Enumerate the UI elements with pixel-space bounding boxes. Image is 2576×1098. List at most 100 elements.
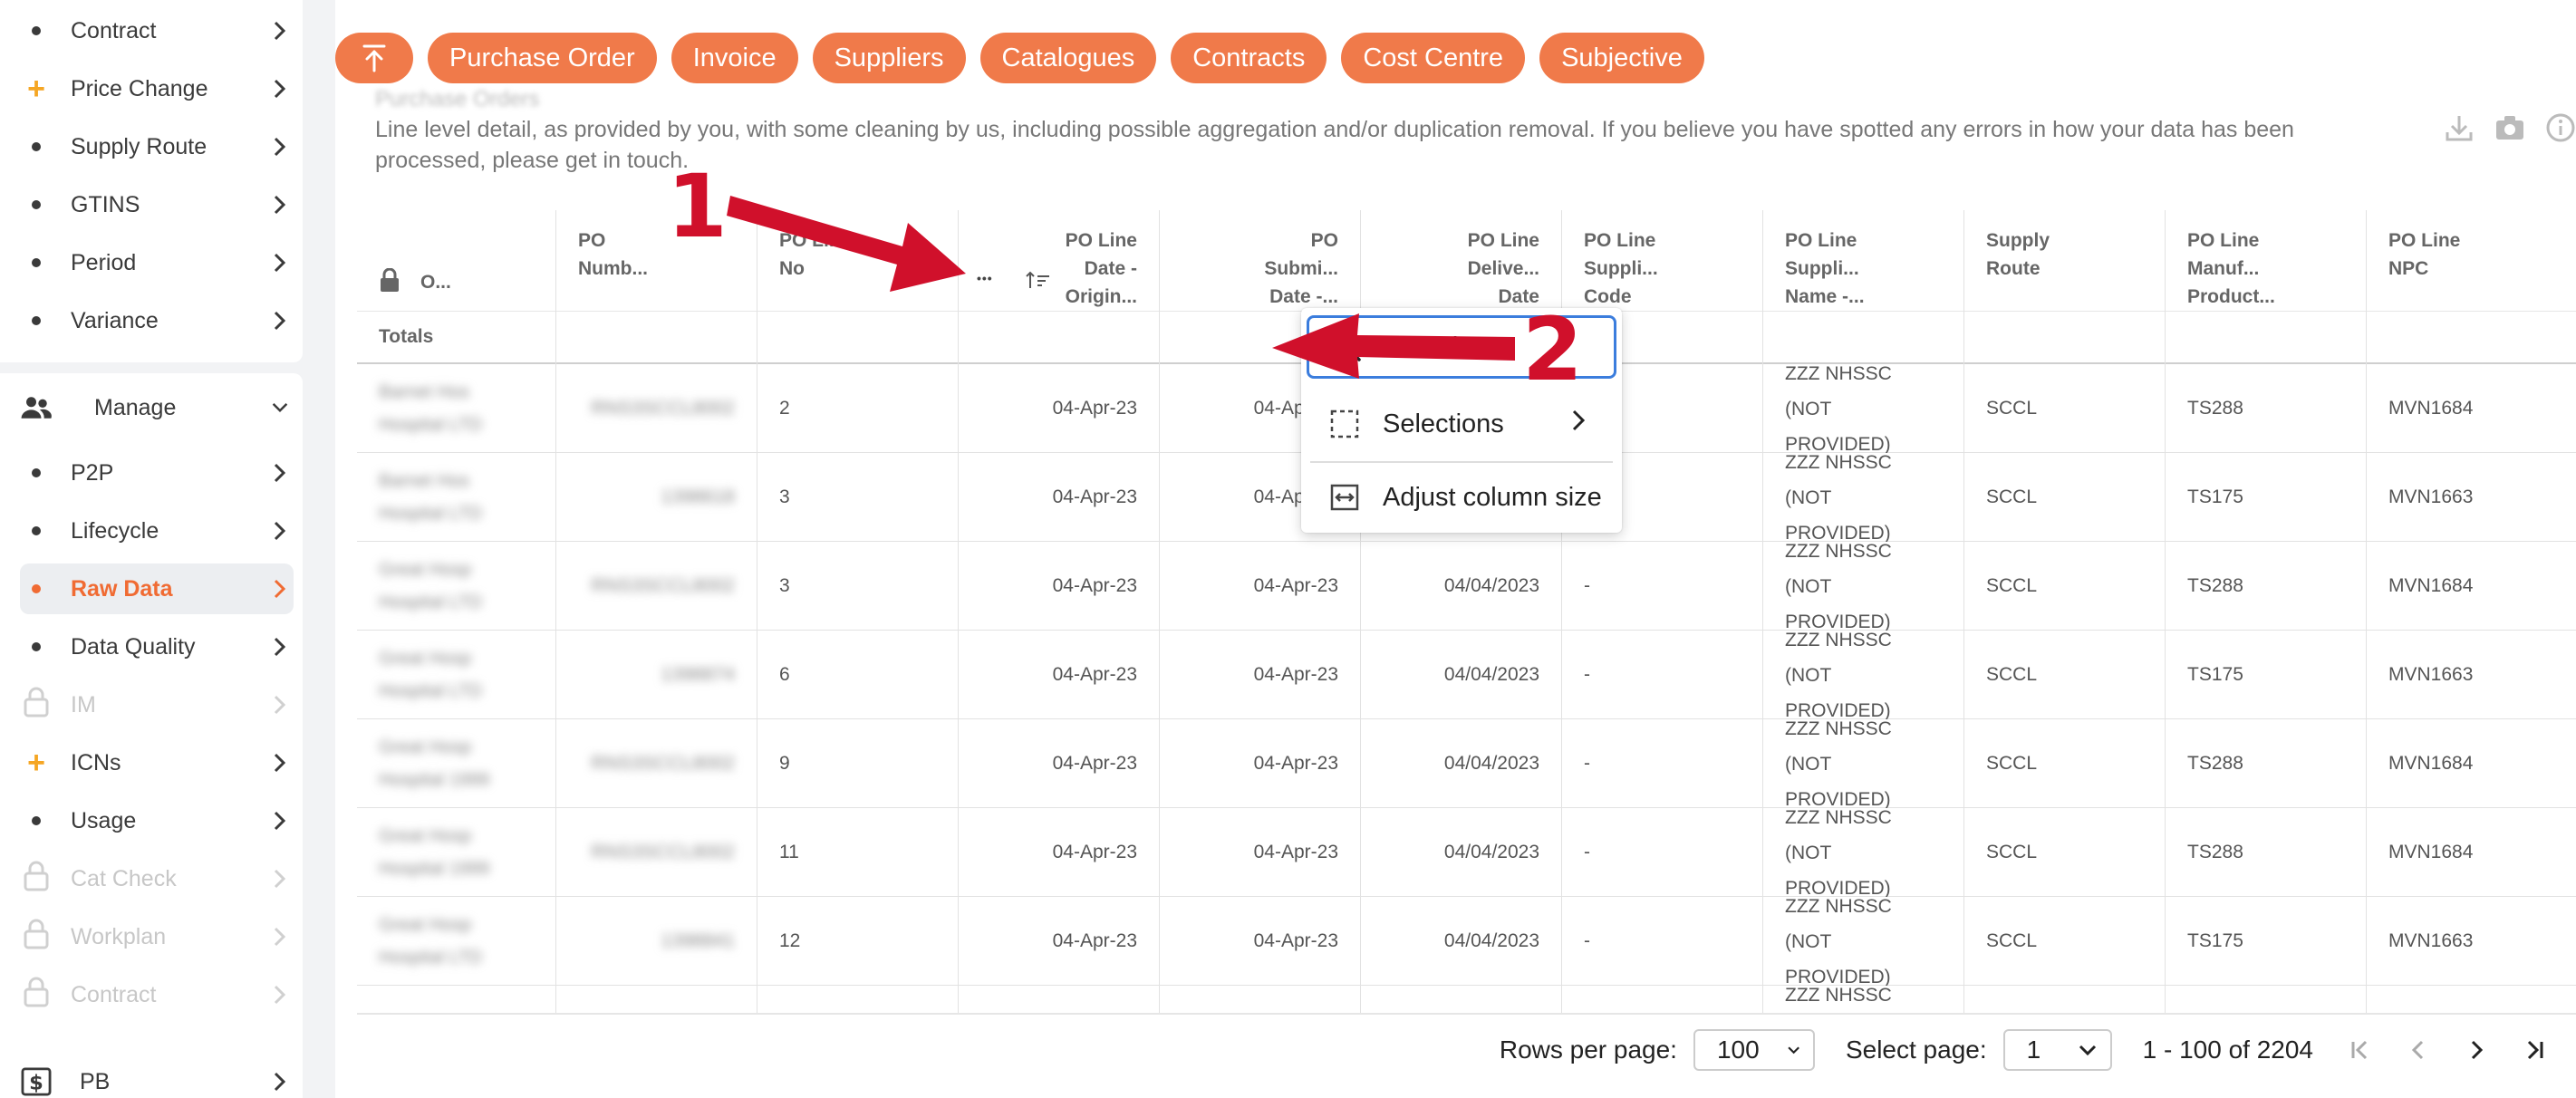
table-row[interactable]: Great Hosp Hospital 1999 RNS3SCCL8002 11 04-… xyxy=(357,808,2576,897)
table-cell-supplier-name: ZZZ NHSSC (NOT PROVIDED) xyxy=(1763,631,1964,719)
tab-pills: Purchase Order Invoice Suppliers Catalogues… xyxy=(428,33,1704,83)
selections-option[interactable]: Selections xyxy=(1307,392,1616,456)
cell-value: 6 xyxy=(779,664,790,685)
cell-value: ZZZ NHSSC (NOT PROVIDED) xyxy=(1785,364,1892,453)
sidebar-item-gtins[interactable]: GTINS xyxy=(20,179,294,230)
sidebar-item-variance[interactable]: Variance xyxy=(20,295,294,346)
table-cell-date-origin: 04-Apr-23 xyxy=(959,542,1160,631)
table-cell-line-no: 9 xyxy=(757,719,959,808)
table-row[interactable]: East Hosp ZZZ NHSSC (NOT PROVIDED) xyxy=(357,986,2576,1015)
prev-page-button[interactable] xyxy=(2407,1038,2429,1062)
sidebar-item-workplan[interactable]: Workplan xyxy=(20,911,294,962)
sidebar-item-label: Contract xyxy=(71,17,157,43)
cell-value: MVN1663 xyxy=(2388,486,2474,507)
tab-subjective[interactable]: Subjective xyxy=(1539,33,1704,83)
sidebar-item-label: Usage xyxy=(71,807,137,833)
column-menu-dots-icon[interactable]: ••• xyxy=(977,265,993,293)
cell-value: 04-Apr-23 xyxy=(1253,842,1338,862)
cell-value: - xyxy=(1584,753,1590,774)
table-cell-date-origin: 04-Apr-23 xyxy=(959,719,1160,808)
org-name-line: East Hosp xyxy=(379,1014,462,1015)
column-header[interactable]: PO Line Date - Origin... ••• xyxy=(959,210,1160,312)
column-header[interactable]: O... xyxy=(357,210,556,312)
sort-ascending-icon[interactable] xyxy=(1026,270,1051,298)
column-header[interactable]: PO Line Suppli... Name -... xyxy=(1763,210,1964,312)
table-cell-org: Great Hosp Hospital 1999 xyxy=(357,808,556,897)
column-header[interactable]: PO Line Delive... Date xyxy=(1361,210,1562,312)
column-header[interactable]: PO Line Suppli... Code xyxy=(1562,210,1763,312)
sidebar-item-icns[interactable]: + ICNs xyxy=(20,737,294,788)
table-row[interactable]: Great Hosp Hospital LTD 1398874 6 04-Apr-23 0… xyxy=(357,631,2576,719)
next-page-button[interactable] xyxy=(2465,1038,2487,1062)
sidebar-item-period[interactable]: Period xyxy=(20,237,294,288)
column-header[interactable]: Supply Route xyxy=(1964,210,2166,312)
tab-contracts[interactable]: Contracts xyxy=(1171,33,1327,83)
table-cell-npc: MVN1663 xyxy=(2367,453,2576,542)
sidebar-item-label: GTINS xyxy=(71,191,140,217)
screenshot-button[interactable] xyxy=(2494,112,2525,148)
table-row[interactable]: Great Hosp Hospital LTD RNS3SCCL8002 3 04-Ap… xyxy=(357,542,2576,631)
table-cell-line-no: 6 xyxy=(757,631,959,719)
table-cell-po-number: RNS3SCCL8002 xyxy=(556,719,757,808)
info-button[interactable] xyxy=(2545,112,2576,148)
table-row[interactable]: Great Hosp Hospital LTD 1398841 12 04-Apr-23… xyxy=(357,897,2576,986)
cell-value: 04-Apr-23 xyxy=(1052,398,1137,419)
cell-value: TS175 xyxy=(2187,930,2243,951)
cell-value: 04-Apr-23 xyxy=(1052,842,1137,862)
cell-value: 04/04/2023 xyxy=(1443,842,1539,862)
column-resize-icon xyxy=(1330,484,1359,511)
table-cell-delivery: 04/04/2023 xyxy=(1361,897,1562,986)
column-header[interactable]: PO Submi... Date -... xyxy=(1160,210,1361,312)
table-cell-supplier-name: ZZZ NHSSC (NOT PROVIDED) xyxy=(1763,719,1964,808)
column-header[interactable]: PO Line NPC xyxy=(2367,210,2576,312)
first-page-button[interactable] xyxy=(2349,1038,2371,1062)
cell-value: 3 xyxy=(779,575,790,596)
tab-catalogues[interactable]: Catalogues xyxy=(979,33,1157,83)
sidebar-item-lifecycle[interactable]: Lifecycle xyxy=(20,506,294,556)
scroll-top-button[interactable] xyxy=(335,33,413,83)
column-header-label: PO Line Suppli... Name -... xyxy=(1785,230,1865,307)
sidebar-item-price-change[interactable]: + Price Change xyxy=(20,63,294,114)
select-page-value: 1 xyxy=(2026,1035,2041,1064)
sidebar-section-manage[interactable]: Manage xyxy=(20,382,294,433)
menu-divider xyxy=(1310,461,1613,463)
table-cell-org: Great Hosp Hospital LTD xyxy=(357,897,556,986)
column-header[interactable]: PO Line No xyxy=(757,210,959,312)
org-name-line: Hospital LTD xyxy=(379,948,483,968)
sidebar-item-data-quality[interactable]: Data Quality xyxy=(20,621,294,672)
org-name-line: Great Hosp xyxy=(379,826,472,846)
column-header[interactable]: PO Line Manuf... Product... xyxy=(2166,210,2367,312)
download-button[interactable] xyxy=(2444,112,2475,148)
tab-purchase-order[interactable]: Purchase Order xyxy=(428,33,657,83)
annotation-label-1: 1 xyxy=(667,156,728,257)
sidebar-item-im[interactable]: IM xyxy=(20,679,294,730)
sidebar-item-supply-route[interactable]: Supply Route xyxy=(20,121,294,172)
last-page-button[interactable] xyxy=(2523,1038,2545,1062)
sidebar-item-label: Cat Check xyxy=(71,865,177,891)
svg-text:$: $ xyxy=(29,1071,43,1094)
table-row[interactable]: Great Hosp Hospital 1999 RNS3SCCL8002 9 04-A… xyxy=(357,719,2576,808)
cell-value: RNS3SCCL8002 xyxy=(591,398,735,419)
table-cell-supplier-name: ZZZ NHSSC (NOT PROVIDED) xyxy=(1763,808,1964,897)
sidebar-item-contract[interactable]: Contract xyxy=(20,969,294,1020)
cell-value: 1398874 xyxy=(661,664,735,685)
sidebar-item-pb[interactable]: $ PB xyxy=(20,1056,294,1098)
cell-value: SCCL xyxy=(1986,842,2038,862)
sidebar-item-raw-data[interactable]: Raw Data xyxy=(20,563,294,614)
tab-cost-centre[interactable]: Cost Centre xyxy=(1341,33,1526,83)
table-cell-npc: MVN1663 xyxy=(2367,631,2576,719)
org-name: Great Hosp Hospital LTD xyxy=(379,909,482,974)
sidebar-item-usage[interactable]: Usage xyxy=(20,795,294,846)
column-header-label: O... xyxy=(420,272,451,293)
adjust-column-size-option[interactable]: Adjust column size xyxy=(1307,466,1616,529)
rows-per-page-select[interactable]: 100 xyxy=(1693,1029,1815,1071)
select-page-select[interactable]: 1 xyxy=(2002,1029,2112,1071)
tab-suppliers[interactable]: Suppliers xyxy=(812,33,966,83)
table-cell-manufacturer: TS288 xyxy=(2166,808,2367,897)
tab-invoice[interactable]: Invoice xyxy=(671,33,798,83)
chevron-right-icon xyxy=(274,753,286,773)
sidebar-item-cat-check[interactable]: Cat Check xyxy=(20,853,294,904)
sidebar-item-p2p[interactable]: P2P xyxy=(20,448,294,498)
sidebar-item-contract[interactable]: Contract xyxy=(20,5,294,56)
sidebar-section-label: Manage xyxy=(94,394,177,420)
